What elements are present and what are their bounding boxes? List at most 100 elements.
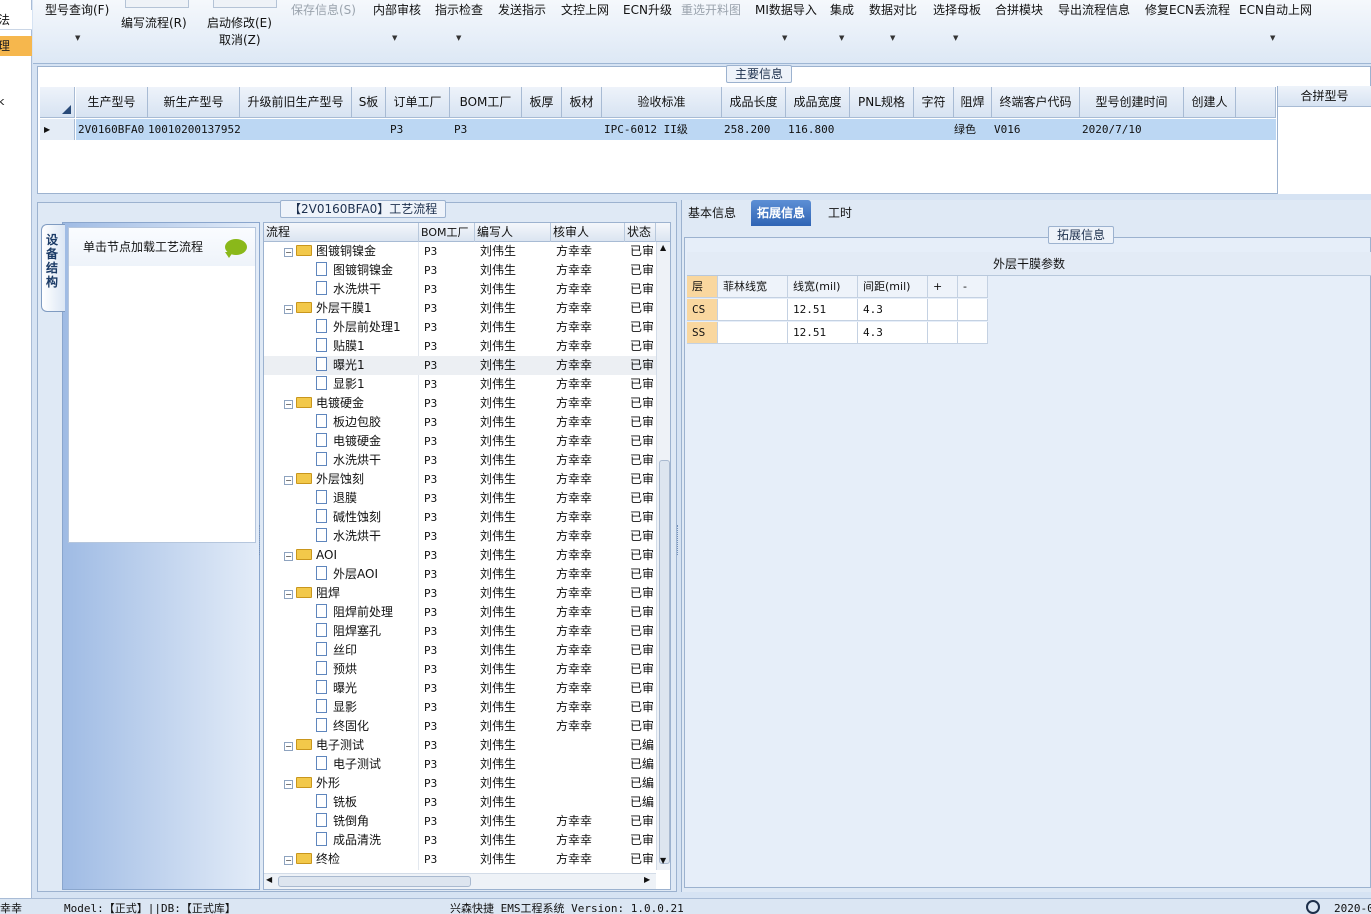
col-header[interactable]: 板材	[562, 87, 602, 118]
tree-row[interactable]: 图镀铜镍金 P3 刘伟生 方幸幸 已审	[264, 261, 656, 280]
collapse-icon[interactable]: −	[284, 400, 293, 409]
col-header[interactable]: 新生产型号	[148, 87, 240, 118]
merge-model-header[interactable]: 合拼型号	[1278, 86, 1371, 107]
grid-corner[interactable]	[40, 87, 75, 118]
instruction-check-button[interactable]: 指示检查	[435, 1, 483, 18]
tree-row[interactable]: − 电镀硬金 P3 刘伟生 方幸幸 已审	[264, 394, 656, 413]
col-header[interactable]: 终端客户代码	[992, 87, 1080, 118]
tree-row[interactable]: − 终检 P3 刘伟生 方幸幸 已审	[264, 850, 656, 869]
table-cell[interactable]: 116.800	[788, 119, 850, 140]
param-cell[interactable]	[928, 322, 958, 344]
toolbar-field[interactable]	[125, 0, 189, 8]
col-header[interactable]: BOM工厂	[450, 87, 522, 118]
tree-row[interactable]: 水洗烘干 P3 刘伟生 方幸幸 已审	[264, 280, 656, 299]
param-cell[interactable]: 12.51	[788, 299, 858, 321]
cancel-button[interactable]: 取消(Z)	[219, 31, 261, 48]
tree-row[interactable]: 显影 P3 刘伟生 方幸幸 已审	[264, 698, 656, 717]
scroll-down-icon[interactable]: ▼	[660, 856, 666, 865]
reselect-cut-button[interactable]: 重选开料图	[681, 1, 741, 18]
tree-row[interactable]: 铣板 P3 刘伟生 已编	[264, 793, 656, 812]
chevron-down-icon[interactable]: ▼	[953, 34, 958, 42]
col-header[interactable]: 核审人	[551, 223, 625, 242]
tree-vertical-scrollbar[interactable]: ▲ ▼	[656, 242, 670, 870]
col-header[interactable]: 字符	[914, 87, 954, 118]
tree-row[interactable]: 退膜 P3 刘伟生 方幸幸 已审	[264, 489, 656, 508]
tree-row[interactable]: 丝印 P3 刘伟生 方幸幸 已审	[264, 641, 656, 660]
param-cell[interactable]	[958, 299, 988, 321]
start-edit-button[interactable]: 启动修改(E)	[207, 14, 272, 31]
collapse-icon[interactable]: −	[284, 856, 293, 865]
merge-module-button[interactable]: 合拼模块	[995, 1, 1043, 18]
left-nav-item[interactable]: k	[0, 92, 32, 112]
tree-row[interactable]: − 阻焊 P3 刘伟生 方幸幸 已审	[264, 584, 656, 603]
param-col-header[interactable]: +	[928, 276, 958, 298]
ecn-auto-publish-button[interactable]: ECN自动上网	[1239, 1, 1312, 18]
row-indicator-icon[interactable]: ▶	[40, 119, 75, 140]
repair-ecn-button[interactable]: 修复ECN丢流程	[1145, 1, 1230, 18]
chevron-down-icon[interactable]: ▼	[839, 34, 844, 42]
table-cell[interactable]: V016	[994, 119, 1080, 140]
table-cell[interactable]: 10010200137952	[148, 119, 240, 140]
col-header[interactable]: 验收标准	[602, 87, 722, 118]
data-compare-button[interactable]: 数据对比	[869, 1, 917, 18]
tree-row[interactable]: 板边包胶 P3 刘伟生 方幸幸 已审	[264, 413, 656, 432]
param-row-layer[interactable]: SS	[687, 322, 718, 344]
tab-ext-info[interactable]: 拓展信息	[751, 200, 812, 226]
chevron-down-icon[interactable]: ▼	[1270, 34, 1275, 42]
param-col-header[interactable]: 线宽(mil)	[788, 276, 858, 298]
collapse-icon[interactable]: −	[284, 552, 293, 561]
col-header[interactable]: 板厚	[522, 87, 562, 118]
integrate-button[interactable]: 集成	[830, 1, 854, 18]
param-cell[interactable]	[928, 299, 958, 321]
tree-horizontal-scrollbar[interactable]: ◀ ▶	[264, 873, 656, 889]
param-cell[interactable]	[958, 322, 988, 344]
left-nav-item[interactable]: 法	[0, 10, 32, 30]
tree-row[interactable]: 水洗烘干 P3 刘伟生 方幸幸 已审	[264, 527, 656, 546]
table-cell[interactable]: 2V0160BFA0	[78, 119, 148, 140]
tree-row[interactable]: 显影1 P3 刘伟生 方幸幸 已审	[264, 375, 656, 394]
col-header[interactable]: S板	[352, 87, 386, 118]
chevron-down-icon[interactable]: ▼	[75, 34, 80, 42]
select-mother-board-button[interactable]: 选择母板	[933, 1, 981, 18]
col-header[interactable]: 生产型号	[76, 87, 148, 118]
tree-row[interactable]: − AOI P3 刘伟生 方幸幸 已审	[264, 546, 656, 565]
col-header[interactable]: 流程	[264, 223, 419, 242]
table-cell[interactable]: IPC-6012 II级	[604, 119, 722, 140]
collapse-icon[interactable]: −	[284, 780, 293, 789]
col-header[interactable]: 状态	[625, 223, 656, 242]
chevron-down-icon[interactable]: ▼	[890, 34, 895, 42]
tab-work-hours[interactable]: 工时	[822, 200, 858, 226]
table-cell[interactable]: 2020/7/10	[1082, 119, 1184, 140]
tree-row[interactable]: − 图镀铜镍金 P3 刘伟生 方幸幸 已审	[264, 242, 656, 261]
save-info-button[interactable]: 保存信息(S)	[291, 1, 356, 18]
param-cell[interactable]: 12.51	[788, 322, 858, 344]
scroll-right-icon[interactable]: ▶	[644, 875, 650, 884]
scroll-thumb[interactable]	[278, 876, 471, 887]
query-model-button[interactable]: 型号查询(F)	[45, 1, 109, 18]
write-flow-button[interactable]: 编写流程(R)	[121, 14, 187, 31]
export-flow-button[interactable]: 导出流程信息	[1058, 1, 1130, 18]
param-col-header[interactable]: 层	[687, 276, 718, 298]
tree-row[interactable]: 阻焊塞孔 P3 刘伟生 方幸幸 已审	[264, 622, 656, 641]
col-header[interactable]: 成品长度	[722, 87, 786, 118]
param-row-layer[interactable]: CS	[687, 299, 718, 321]
table-cell[interactable]: 绿色	[954, 119, 992, 140]
col-header[interactable]: 编写人	[475, 223, 551, 242]
tree-row[interactable]: 终固化 P3 刘伟生 方幸幸 已审	[264, 717, 656, 736]
col-header[interactable]: 创建人	[1184, 87, 1236, 118]
col-header[interactable]: 订单工厂	[386, 87, 450, 118]
tree-row[interactable]: 碱性蚀刻 P3 刘伟生 方幸幸 已审	[264, 508, 656, 527]
col-header[interactable]: 阻焊	[954, 87, 992, 118]
col-header[interactable]: 升级前旧生产型号	[240, 87, 352, 118]
table-cell[interactable]: 258.200	[724, 119, 786, 140]
tree-row[interactable]: 水洗烘干 P3 刘伟生 方幸幸 已审	[264, 451, 656, 470]
col-header[interactable]: 型号创建时间	[1080, 87, 1184, 118]
scroll-thumb[interactable]	[659, 460, 670, 864]
tree-row[interactable]: 曝光 P3 刘伟生 方幸幸 已审	[264, 679, 656, 698]
send-instruction-button[interactable]: 发送指示	[498, 1, 546, 18]
tree-row[interactable]: − 外层蚀刻 P3 刘伟生 方幸幸 已审	[264, 470, 656, 489]
table-cell[interactable]: P3	[454, 119, 522, 140]
table-cell[interactable]: P3	[390, 119, 450, 140]
tree-row[interactable]: 电镀硬金 P3 刘伟生 方幸幸 已审	[264, 432, 656, 451]
chevron-down-icon[interactable]: ▼	[392, 34, 397, 42]
